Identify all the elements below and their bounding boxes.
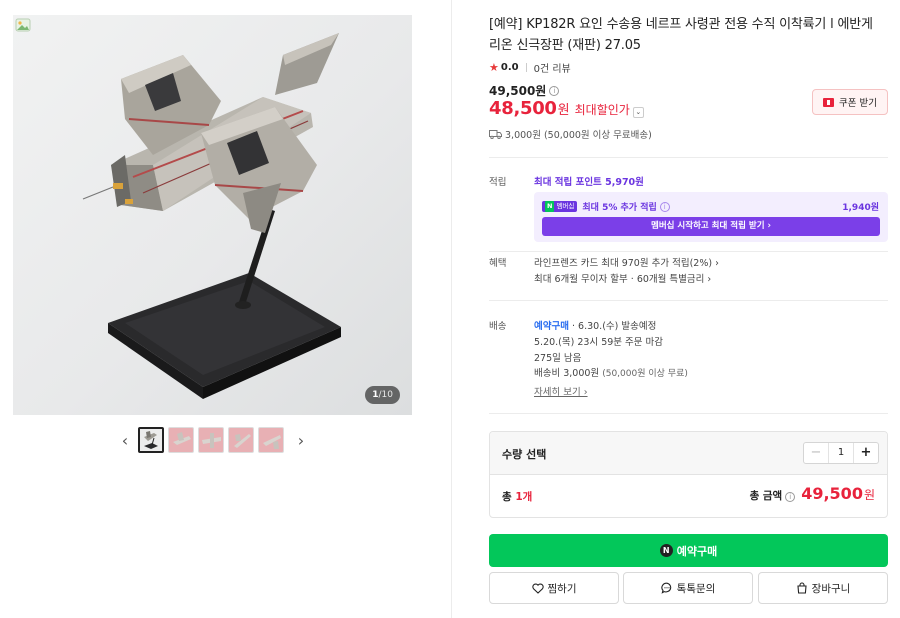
- talk-inquiry-button[interactable]: 톡톡문의: [623, 572, 753, 604]
- coupon-button[interactable]: 쿠폰 받기: [812, 89, 888, 115]
- benefits-label: 혜택: [489, 258, 507, 269]
- total-quantity-count: 1개: [515, 491, 533, 503]
- wishlist-label: 찜하기: [547, 582, 577, 595]
- total-amount-unit: 원: [863, 488, 875, 502]
- thumbnail-5[interactable]: [258, 427, 284, 453]
- membership-badge: N 멤버십: [542, 201, 578, 212]
- preorder-tag: 예약구매: [534, 321, 569, 332]
- divider: [489, 251, 888, 252]
- membership-start-button[interactable]: 멤버십 시작하고 최대 적립 받기 ›: [542, 217, 880, 236]
- total-amount-value: 49,500: [801, 484, 863, 503]
- sale-price-row: 48,500 원 최대할인가 ⌄: [489, 98, 644, 119]
- divider: [489, 157, 888, 158]
- thumbnail-strip: ‹ ›: [118, 426, 308, 454]
- cart-button[interactable]: 장바구니: [758, 572, 888, 604]
- quantity-stepper: − 1 +: [803, 442, 879, 464]
- shipping-summary: 3,000원 (50,000원 이상 무료배송): [489, 127, 652, 141]
- chevron-down-icon[interactable]: ⌄: [632, 107, 644, 118]
- image-counter-total: /10: [378, 390, 393, 400]
- max-discount-label: 최대할인가: [574, 103, 630, 117]
- membership-amount: 1,940원: [842, 203, 879, 213]
- image-counter: 1/10: [365, 386, 400, 404]
- delivery-label: 배송: [489, 321, 507, 332]
- rating-score: 0.0: [500, 61, 519, 73]
- thumbnail-1[interactable]: [138, 427, 164, 453]
- quantity-value[interactable]: 1: [828, 443, 854, 463]
- membership-box: N 멤버십 최대 5% 추가 적립 i 1,940원 멤버십 시작하고 최대 적립…: [534, 192, 888, 242]
- card-benefit-link[interactable]: 라인프렌즈 카드 최대 970원 추가 적립(2%) ›: [534, 255, 719, 269]
- truck-icon: [489, 129, 502, 139]
- max-points: 최대 적립 포인트 5,970원: [534, 174, 644, 188]
- heart-icon: [531, 583, 544, 594]
- sale-price: 48,500: [489, 98, 557, 119]
- shipping-summary-text: 3,000원 (50,000원 이상 무료배송): [505, 130, 652, 141]
- delivery-fee-line: 배송비 3,000원 (50,000원 이상 무료): [534, 365, 688, 379]
- points-label: 적립: [489, 177, 507, 188]
- info-icon[interactable]: i: [549, 85, 560, 96]
- info-icon[interactable]: i: [659, 201, 670, 212]
- review-count-link[interactable]: 0건 리뷰: [534, 60, 571, 75]
- total-amount: 총 금액 i 49,500 원: [750, 484, 875, 503]
- preorder-line: 예약구매 · 6.30.(수) 발송예정: [534, 318, 656, 332]
- quantity-box: 수량 선택 − 1 + 총 1개 총 금액 i 49,500 원: [489, 431, 888, 518]
- preorder-buy-button[interactable]: N 예약구매: [489, 534, 888, 567]
- thumbnail-2[interactable]: [168, 427, 194, 453]
- naver-pay-icon: N: [659, 544, 673, 557]
- product-main-image[interactable]: 1/10: [13, 15, 412, 415]
- max-points-value: 5,970원: [605, 177, 644, 188]
- decrease-button[interactable]: −: [804, 443, 828, 463]
- membership-extra-points: 최대 5% 추가 적립: [582, 203, 657, 213]
- original-price-value: 49,500원: [489, 84, 547, 98]
- membership-row: N 멤버십 최대 5% 추가 적립 i: [542, 200, 670, 213]
- total-quantity-prefix: 총: [502, 491, 516, 503]
- delivery-fee-note: (50,000원 이상 무료): [602, 369, 688, 379]
- total-amount-label: 총 금액: [749, 490, 783, 502]
- total-quantity: 총 1개: [502, 489, 532, 504]
- ship-date: · 6.30.(수) 발송예정: [568, 321, 657, 332]
- sale-price-unit: 원: [557, 103, 570, 118]
- thumbnail-3[interactable]: [198, 427, 224, 453]
- image-badge-icon: [15, 17, 31, 33]
- rating-separator: [525, 62, 527, 72]
- coupon-icon: [823, 97, 834, 107]
- divider: [489, 413, 888, 414]
- naver-n-icon: N: [545, 201, 555, 212]
- wishlist-button[interactable]: 찜하기: [489, 572, 619, 604]
- rating-row[interactable]: ★ 0.0 0건 리뷰: [489, 60, 571, 75]
- product-model-illustration: [82, 33, 341, 399]
- thumbnail-4[interactable]: [228, 427, 254, 453]
- membership-badge-label: 멤버십: [556, 202, 575, 210]
- star-icon: ★: [489, 60, 499, 74]
- original-price: 49,500원 i: [489, 82, 560, 99]
- details-link[interactable]: 자세히 보기 ›: [534, 384, 588, 398]
- chat-bubble-icon: [661, 582, 671, 594]
- column-divider: [451, 0, 452, 618]
- quantity-label: 수량 선택: [502, 448, 547, 461]
- talk-inquiry-label: 톡톡문의: [676, 582, 716, 595]
- shopping-bag-icon: [797, 582, 807, 594]
- delivery-fee: 배송비 3,000원: [534, 368, 600, 379]
- max-points-label: 최대 적립 포인트: [534, 177, 602, 188]
- order-deadline: 5.20.(목) 23시 59분 주문 마감: [534, 337, 664, 348]
- product-title: [예약] KP182R 요인 수송용 네르프 사령관 전용 수직 이착륙기 l …: [489, 17, 873, 53]
- quantity-header: 수량 선택 − 1 +: [490, 432, 887, 475]
- chevron-right-icon[interactable]: ›: [294, 426, 308, 454]
- cart-label: 장바구니: [811, 582, 851, 595]
- info-icon[interactable]: i: [785, 492, 796, 502]
- chevron-left-icon[interactable]: ‹: [118, 426, 132, 454]
- image-counter-current: 1: [372, 390, 379, 400]
- increase-button[interactable]: +: [854, 443, 878, 463]
- preorder-buy-label: 예약구매: [676, 544, 718, 558]
- days-left: 275일 남음: [534, 353, 582, 364]
- divider: [489, 300, 888, 301]
- installment-benefit-link[interactable]: 최대 6개월 무이자 할부 · 60개월 특별금리 ›: [534, 271, 711, 285]
- coupon-button-label: 쿠폰 받기: [839, 98, 877, 109]
